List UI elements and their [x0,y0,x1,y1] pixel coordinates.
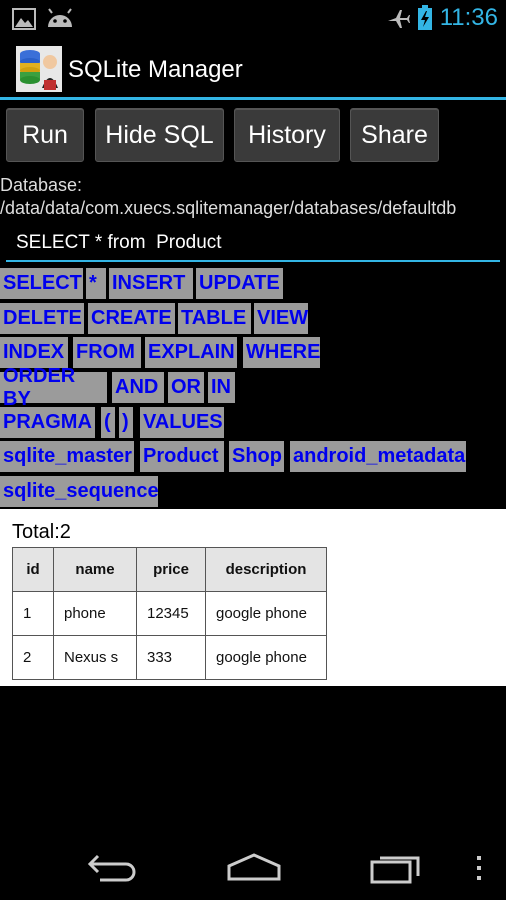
table-cell: 12345 [136,591,206,636]
app-logo-icon[interactable] [16,46,62,92]
status-bar: 11:36 [0,0,506,36]
table-row[interactable]: 2 Nexus s 333 google phone [12,635,327,680]
table-header-row: id name price description [12,547,327,592]
toolbar: Run Hide SQL History Share [0,106,506,166]
clock: 11:36 [439,4,498,31]
keyword-open-paren[interactable]: ( [101,407,115,438]
keyword-delete[interactable]: DELETE [0,303,84,334]
table-sqlite-master[interactable]: sqlite_master [0,441,134,472]
home-icon[interactable] [226,852,282,882]
keyword-order-by[interactable]: ORDER BY [0,365,107,410]
results-table: id name price description 1 phone 12345 … [12,547,327,680]
navigation-bar [0,828,506,900]
column-header: price [136,547,206,592]
table-cell: Nexus s [53,635,137,680]
keyword-select[interactable]: SELECT [0,268,83,299]
column-header: name [53,547,137,592]
results-total: Total:2 [12,521,71,543]
table-row[interactable]: 1 phone 12345 google phone [12,591,327,636]
keyword-close-paren[interactable]: ) [119,407,133,438]
table-shop[interactable]: Shop [229,441,284,472]
sql-input-container [6,228,506,262]
run-button[interactable]: Run [6,108,84,162]
keyword-in[interactable]: IN [208,372,235,403]
table-cell: phone [53,591,137,636]
keyword-view[interactable]: VIEW [254,303,308,334]
gallery-icon [12,8,36,30]
battery-charging-icon [418,5,432,30]
keyword-pragma[interactable]: PRAGMA [0,407,95,438]
keyword-values[interactable]: VALUES [140,407,224,438]
column-header: id [12,547,54,592]
table-cell: 2 [12,635,54,680]
hide-sql-button[interactable]: Hide SQL [95,108,224,162]
database-path: Database: /data/data/com.xuecs.sqliteman… [0,175,457,218]
keyword-create[interactable]: CREATE [88,303,175,334]
keyword-insert[interactable]: INSERT [109,268,193,299]
recent-apps-icon[interactable] [370,852,422,884]
keyword-star[interactable]: * [86,268,106,299]
app-title: SQLite Manager [68,56,243,83]
android-icon [48,8,72,27]
results-panel: Total:2 id name price description 1 phon… [0,509,506,686]
table-cell: google phone [205,635,327,680]
keyword-or[interactable]: OR [168,372,204,403]
history-button[interactable]: History [234,108,340,162]
back-icon[interactable] [86,852,138,882]
action-bar: SQLite Manager [0,36,506,100]
menu-overflow-icon[interactable] [474,854,484,882]
sql-input[interactable] [6,228,506,258]
keyword-where[interactable]: WHERE [243,337,320,368]
table-cell: google phone [205,591,327,636]
table-sqlite-sequence[interactable]: sqlite_sequence [0,476,159,507]
table-product[interactable]: Product [140,441,224,472]
table-android-metadata[interactable]: android_metadata [290,441,466,472]
keyword-and[interactable]: AND [112,372,164,403]
keyword-update[interactable]: UPDATE [196,268,283,299]
table-cell: 333 [136,635,206,680]
keyword-from[interactable]: FROM [73,337,141,368]
keyword-explain[interactable]: EXPLAIN [145,337,237,368]
table-cell: 1 [12,591,54,636]
share-button[interactable]: Share [350,108,439,162]
column-header: description [205,547,327,592]
keyword-index[interactable]: INDEX [0,337,68,368]
keyword-table[interactable]: TABLE [178,303,251,334]
airplane-mode-icon [388,10,410,28]
